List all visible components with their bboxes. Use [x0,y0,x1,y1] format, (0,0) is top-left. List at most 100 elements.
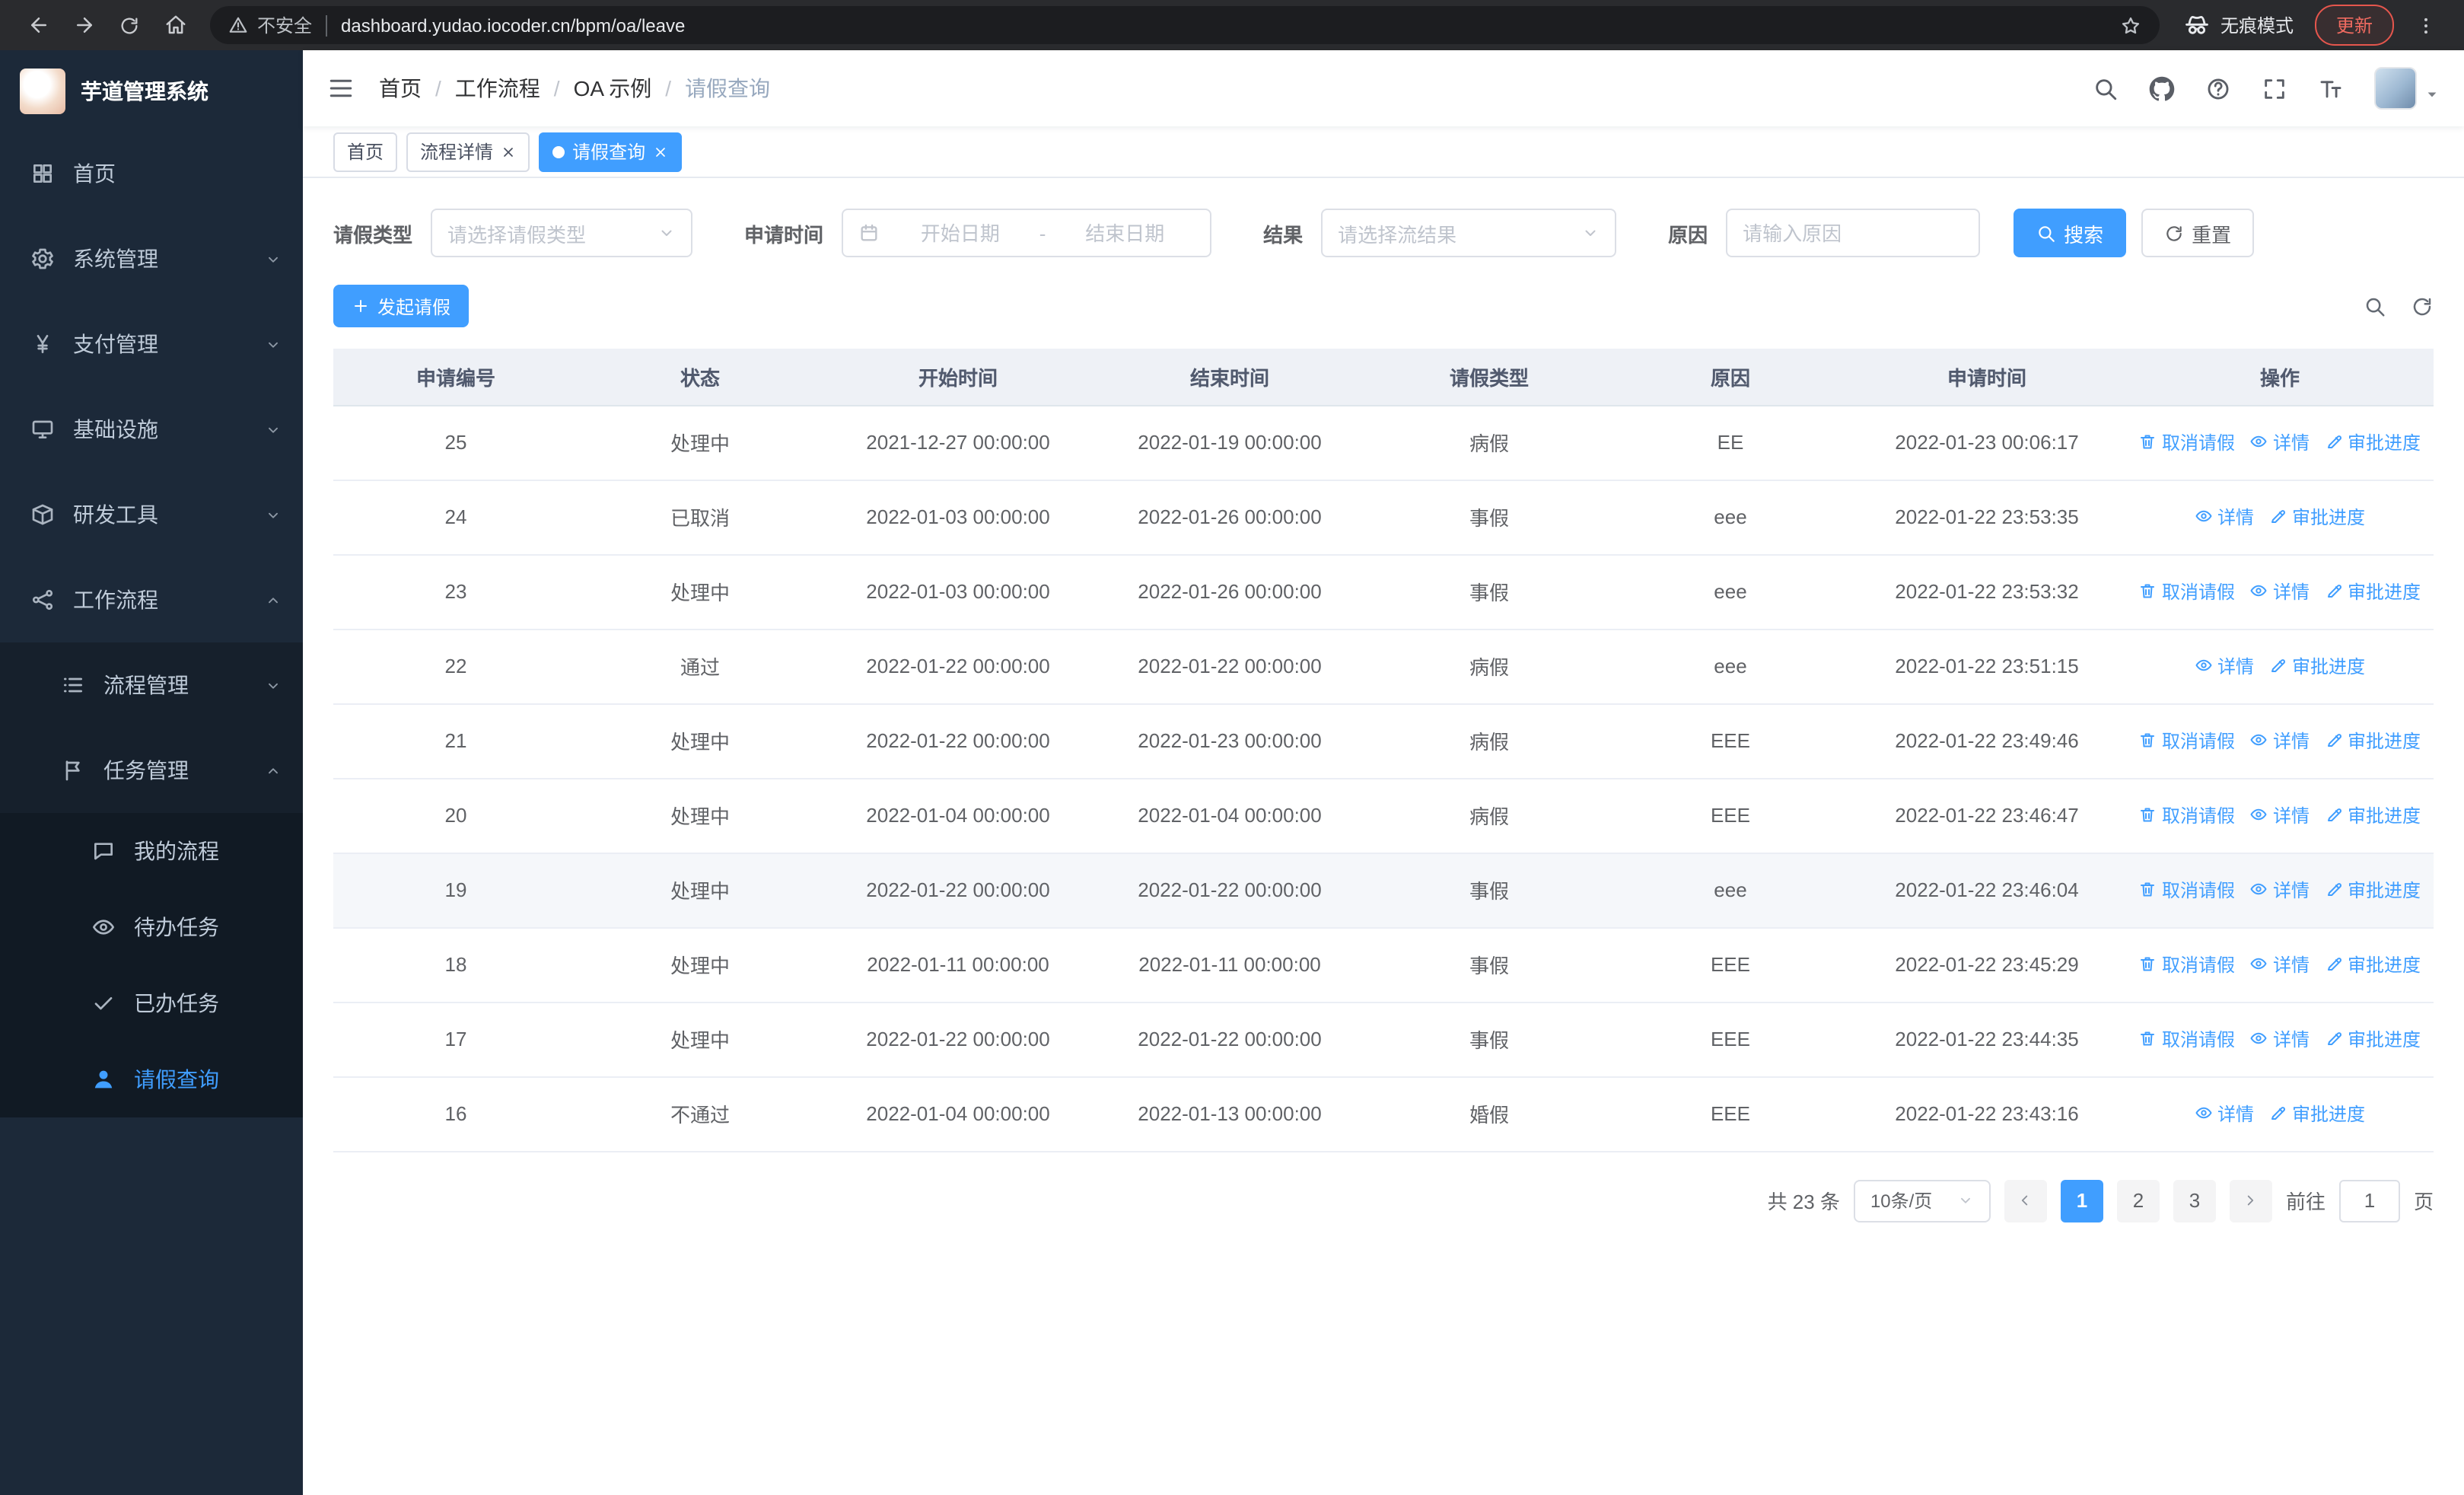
browser-menu-button[interactable] [2406,5,2446,45]
page-button-1[interactable]: 1 [2060,1179,2103,1222]
sidebar-item-system[interactable]: 系统管理 [0,216,303,301]
progress-action-link[interactable]: 审批进度 [2325,1026,2421,1052]
result-select[interactable]: 请选择流结果 [1321,209,1617,257]
forward-icon [72,14,95,37]
tag-process-detail[interactable]: 流程详情 [406,132,530,171]
progress-action-link[interactable]: 审批进度 [2325,877,2421,903]
detail-action-link[interactable]: 详情 [2250,728,2310,754]
hamburger-icon[interactable] [327,75,355,102]
close-icon[interactable] [501,144,516,159]
cancel-action-link[interactable]: 取消请假 [2139,1026,2235,1052]
delete-icon [2139,732,2157,750]
reset-button[interactable]: 重置 [2141,209,2255,257]
progress-action-link[interactable]: 审批进度 [2269,1101,2365,1127]
progress-action-link[interactable]: 审批进度 [2325,952,2421,977]
detail-action-link[interactable]: 详情 [2250,579,2310,604]
sidebar-item-devtools[interactable]: 研发工具 [0,472,303,557]
action-label: 审批进度 [2292,655,2366,677]
cell-start-time: 2022-01-22 00:00:00 [822,703,1094,779]
cancel-action-link[interactable]: 取消请假 [2139,952,2235,977]
sidebar-item-process-mgmt[interactable]: 流程管理 [0,642,303,728]
detail-action-link[interactable]: 详情 [2250,877,2310,903]
sidebar-item-infra[interactable]: 基础设施 [0,387,303,472]
detail-action-link[interactable]: 详情 [2195,1101,2254,1127]
tag-home[interactable]: 首页 [333,132,398,171]
forward-button[interactable] [64,5,103,45]
cell-apply-id: 20 [333,778,578,853]
detail-action-link[interactable]: 详情 [2250,802,2310,828]
search-icon[interactable] [2093,75,2119,101]
reason-input[interactable] [1743,222,1964,244]
page-button-3[interactable]: 3 [2173,1179,2216,1222]
leave-type-select[interactable]: 请选择请假类型 [431,209,693,257]
url-text[interactable]: dashboard.yudao.iocoder.cn/bpm/oa/leave [341,14,2120,36]
detail-action-link[interactable]: 详情 [2250,1026,2310,1052]
create-leave-button[interactable]: 发起请假 [333,285,470,327]
cancel-action-link[interactable]: 取消请假 [2139,728,2235,754]
sidebar-item-leave-query[interactable]: 请假查询 [0,1041,303,1117]
back-button[interactable] [18,5,58,45]
progress-action-link[interactable]: 审批进度 [2325,579,2421,604]
user-menu[interactable] [2374,67,2440,110]
page-button-2[interactable]: 2 [2116,1179,2160,1222]
search-toggle-icon[interactable] [2364,295,2386,317]
sidebar-item-home[interactable]: 首页 [0,131,303,216]
cancel-action-link[interactable]: 取消请假 [2139,802,2235,828]
leave-table-body: 25 处理中 2021-12-27 00:00:00 2022-01-19 00:00… [333,405,2434,1152]
action-label: 详情 [2272,879,2310,901]
sidebar-item-payment[interactable]: 支付管理 [0,301,303,387]
sidebar-item-done-tasks[interactable]: 已办任务 [0,965,303,1041]
tag-leave-query[interactable]: 请假查询 [539,132,683,171]
cell-reason: EEE [1613,778,1848,853]
security-chip[interactable]: 不安全 [228,12,312,38]
table-row: 23 处理中 2022-01-03 00:00:00 2022-01-26 00:00… [333,554,2434,630]
cell-apply-time: 2022-01-22 23:46:04 [1848,853,2126,928]
sidebar-item-workflow[interactable]: 工作流程 [0,557,303,642]
progress-action-link[interactable]: 审批进度 [2325,429,2421,455]
apply-time-range-picker[interactable]: - [842,209,1212,257]
cancel-action-link[interactable]: 取消请假 [2139,877,2235,903]
sidebar-logo[interactable]: 芋道管理系统 [0,50,303,131]
search-button[interactable]: 搜索 [2014,209,2127,257]
progress-action-link[interactable]: 审批进度 [2269,504,2365,530]
fullscreen-icon[interactable] [2262,75,2287,101]
sidebar-item-my-process[interactable]: 我的流程 [0,813,303,889]
progress-action-link[interactable]: 审批进度 [2325,728,2421,754]
bookmark-star-icon[interactable] [2120,14,2141,36]
update-button[interactable]: 更新 [2314,5,2394,46]
sidebar-item-task-mgmt[interactable]: 任务管理 [0,728,303,813]
goto-page-input[interactable] [2338,1179,2400,1222]
chevron-up-icon [265,762,282,779]
close-icon[interactable] [653,144,668,159]
breadcrumb-item[interactable]: 首页 [379,73,422,104]
breadcrumb-item[interactable]: OA 示例 [574,73,652,104]
refresh-table-icon[interactable] [2411,295,2434,317]
cell-end-time: 2022-01-23 00:00:00 [1094,703,1365,779]
address-bar[interactable]: 不安全 dashboard.yudao.iocoder.cn/bpm/oa/le… [210,6,2160,44]
detail-action-link[interactable]: 详情 [2250,952,2310,977]
reload-button[interactable] [110,5,149,45]
github-icon[interactable] [2149,75,2175,101]
home-button[interactable] [155,5,195,45]
leave-type-label: 请假类型 [333,223,413,246]
detail-action-link[interactable]: 详情 [2195,653,2254,679]
cell-reason: eee [1613,480,1848,555]
row-actions: 取消请假 详情 审批进度 [2126,703,2434,779]
prev-page-button[interactable] [2004,1179,2047,1222]
progress-action-link[interactable]: 审批进度 [2325,802,2421,828]
page-size-select[interactable]: 10条/页 [1853,1179,1991,1222]
help-icon[interactable] [2205,75,2231,101]
start-date-input[interactable] [890,222,1030,244]
cell-status: 不通过 [578,1076,822,1152]
progress-action-link[interactable]: 审批进度 [2269,653,2365,679]
next-page-button[interactable] [2229,1179,2272,1222]
detail-action-link[interactable]: 详情 [2195,504,2254,530]
cell-leave-type: 病假 [1365,629,1613,704]
detail-action-link[interactable]: 详情 [2250,429,2310,455]
sidebar-item-todo-tasks[interactable]: 待办任务 [0,889,303,965]
cancel-action-link[interactable]: 取消请假 [2139,579,2235,604]
end-date-input[interactable] [1055,222,1195,244]
font-size-icon[interactable] [2318,75,2344,101]
cancel-action-link[interactable]: 取消请假 [2139,429,2235,455]
breadcrumb-item[interactable]: 工作流程 [455,73,540,104]
